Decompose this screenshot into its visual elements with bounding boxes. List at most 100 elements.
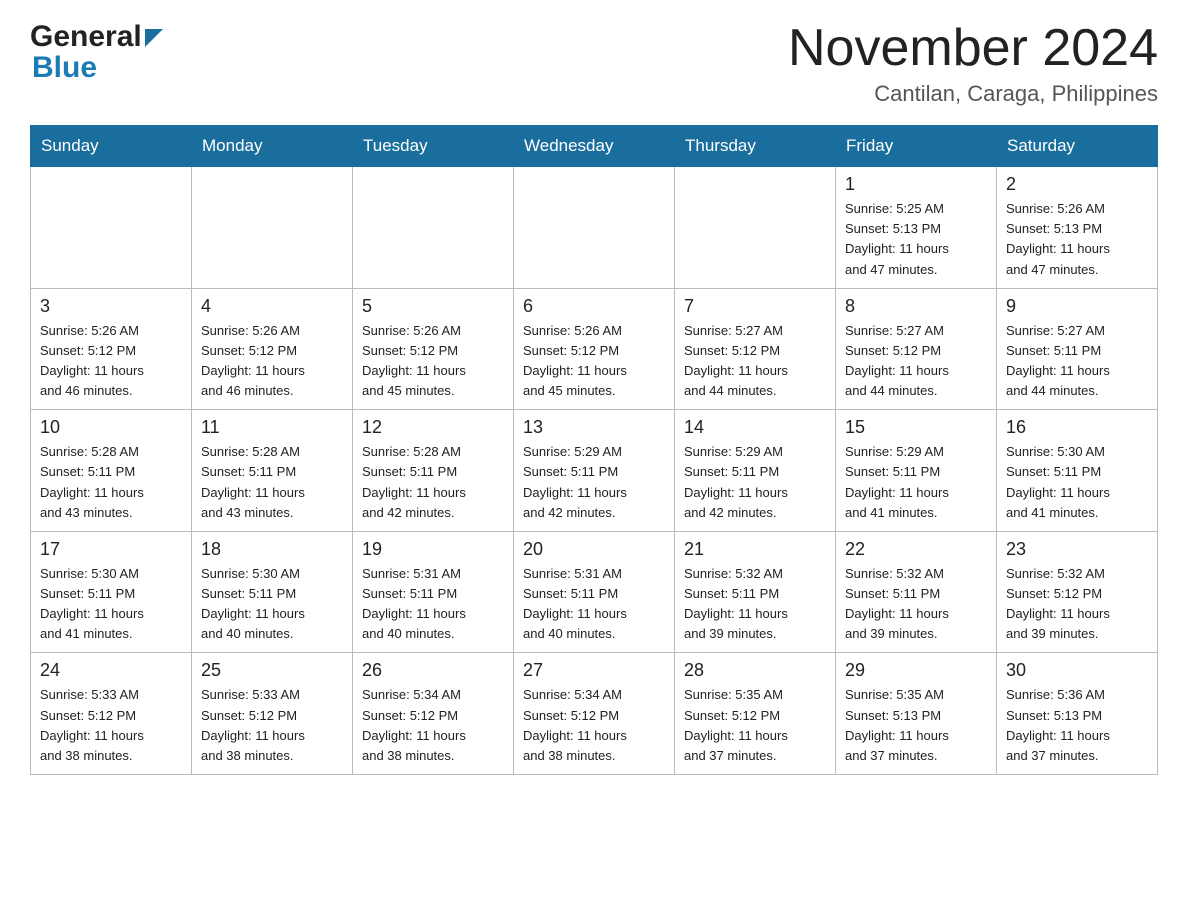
day-info: Sunrise: 5:35 AM Sunset: 5:12 PM Dayligh… [684, 685, 826, 766]
day-number: 16 [1006, 417, 1148, 438]
page-header: General Blue November 2024 Cantilan, Car… [30, 20, 1158, 107]
calendar-cell: 26Sunrise: 5:34 AM Sunset: 5:12 PM Dayli… [353, 653, 514, 775]
calendar-cell: 29Sunrise: 5:35 AM Sunset: 5:13 PM Dayli… [836, 653, 997, 775]
day-info: Sunrise: 5:25 AM Sunset: 5:13 PM Dayligh… [845, 199, 987, 280]
calendar-cell: 27 Sunrise: 5:34 AM Sunset: 5:12 PM Dayli… [514, 653, 675, 775]
day-info: Sunrise: 5:30 AM Sunset: 5:11 PM Dayligh… [40, 564, 182, 645]
day-info: Sunrise: 5:33 AM Sunset: 5:12 PM Dayligh… [201, 685, 343, 766]
day-info: Sunrise: 5:33 AM Sunset: 5:12 PM Dayligh… [40, 685, 182, 766]
day-number: 10 [40, 417, 182, 438]
day-number: 13 [523, 417, 665, 438]
day-info: Sunrise: 5:31 AM Sunset: 5:11 PM Dayligh… [523, 564, 665, 645]
day-number: 15 [845, 417, 987, 438]
day-info: Sunrise: 5:32 AM Sunset: 5:11 PM Dayligh… [684, 564, 826, 645]
day-info: Sunrise: 5:31 AM Sunset: 5:11 PM Dayligh… [362, 564, 504, 645]
weekday-header-friday: Friday [836, 126, 997, 167]
day-info: Sunrise: 5:26 AM Sunset: 5:12 PM Dayligh… [523, 321, 665, 402]
day-info: Sunrise: 5:26 AM Sunset: 5:12 PM Dayligh… [40, 321, 182, 402]
weekday-header-saturday: Saturday [997, 126, 1158, 167]
weekday-header-tuesday: Tuesday [353, 126, 514, 167]
weekday-header-row: SundayMondayTuesdayWednesdayThursdayFrid… [31, 126, 1158, 167]
calendar-cell: 8Sunrise: 5:27 AM Sunset: 5:12 PM Daylig… [836, 288, 997, 410]
day-info: Sunrise: 5:27 AM Sunset: 5:11 PM Dayligh… [1006, 321, 1148, 402]
calendar-cell: 28 Sunrise: 5:35 AM Sunset: 5:12 PM Dayli… [675, 653, 836, 775]
calendar-cell: 10 Sunrise: 5:28 AM Sunset: 5:11 PM Dayli… [31, 410, 192, 532]
calendar-cell: 16 Sunrise: 5:30 AM Sunset: 5:11 PM Dayli… [997, 410, 1158, 532]
logo-general-text: General [30, 20, 142, 53]
day-info: Sunrise: 5:32 AM Sunset: 5:11 PM Dayligh… [845, 564, 987, 645]
day-number: 8 [845, 296, 987, 317]
day-info: Sunrise: 5:26 AM Sunset: 5:13 PM Dayligh… [1006, 199, 1148, 280]
week-row-5: 24 Sunrise: 5:33 AM Sunset: 5:12 PM Dayli… [31, 653, 1158, 775]
week-row-4: 17 Sunrise: 5:30 AM Sunset: 5:11 PM Dayli… [31, 531, 1158, 653]
calendar-cell: 21 Sunrise: 5:32 AM Sunset: 5:11 PM Dayli… [675, 531, 836, 653]
calendar-cell [675, 167, 836, 289]
day-number: 9 [1006, 296, 1148, 317]
calendar-cell: 2 Sunrise: 5:26 AM Sunset: 5:13 PM Daylig… [997, 167, 1158, 289]
day-number: 3 [40, 296, 182, 317]
calendar-cell: 13Sunrise: 5:29 AM Sunset: 5:11 PM Dayli… [514, 410, 675, 532]
day-info: Sunrise: 5:29 AM Sunset: 5:11 PM Dayligh… [684, 442, 826, 523]
calendar-cell: 4Sunrise: 5:26 AM Sunset: 5:12 PM Daylig… [192, 288, 353, 410]
calendar-cell: 5 Sunrise: 5:26 AM Sunset: 5:12 PM Daylig… [353, 288, 514, 410]
day-info: Sunrise: 5:28 AM Sunset: 5:11 PM Dayligh… [362, 442, 504, 523]
calendar-cell: 9 Sunrise: 5:27 AM Sunset: 5:11 PM Daylig… [997, 288, 1158, 410]
month-year-title: November 2024 [788, 20, 1158, 77]
calendar-cell: 19Sunrise: 5:31 AM Sunset: 5:11 PM Dayli… [353, 531, 514, 653]
day-info: Sunrise: 5:36 AM Sunset: 5:13 PM Dayligh… [1006, 685, 1148, 766]
day-number: 28 [684, 660, 826, 681]
location-subtitle: Cantilan, Caraga, Philippines [788, 81, 1158, 107]
calendar-cell [514, 167, 675, 289]
calendar-cell: 18 Sunrise: 5:30 AM Sunset: 5:11 PM Dayli… [192, 531, 353, 653]
day-number: 25 [201, 660, 343, 681]
weekday-header-thursday: Thursday [675, 126, 836, 167]
weekday-header-monday: Monday [192, 126, 353, 167]
logo-chevron-icon [145, 29, 163, 47]
day-number: 12 [362, 417, 504, 438]
calendar-cell: 1 Sunrise: 5:25 AM Sunset: 5:13 PM Daylig… [836, 167, 997, 289]
day-number: 18 [201, 539, 343, 560]
day-number: 21 [684, 539, 826, 560]
weekday-header-wednesday: Wednesday [514, 126, 675, 167]
day-number: 11 [201, 417, 343, 438]
weekday-header-sunday: Sunday [31, 126, 192, 167]
calendar-cell: 14 Sunrise: 5:29 AM Sunset: 5:11 PM Dayli… [675, 410, 836, 532]
calendar-cell: 11 Sunrise: 5:28 AM Sunset: 5:11 PM Dayli… [192, 410, 353, 532]
calendar-cell: 20Sunrise: 5:31 AM Sunset: 5:11 PM Dayli… [514, 531, 675, 653]
calendar-cell [353, 167, 514, 289]
day-info: Sunrise: 5:26 AM Sunset: 5:12 PM Dayligh… [362, 321, 504, 402]
day-number: 26 [362, 660, 504, 681]
day-number: 27 [523, 660, 665, 681]
calendar-cell: 3 Sunrise: 5:26 AM Sunset: 5:12 PM Daylig… [31, 288, 192, 410]
day-info: Sunrise: 5:30 AM Sunset: 5:11 PM Dayligh… [1006, 442, 1148, 523]
day-number: 1 [845, 174, 987, 195]
calendar-cell: 24 Sunrise: 5:33 AM Sunset: 5:12 PM Dayli… [31, 653, 192, 775]
week-row-3: 10 Sunrise: 5:28 AM Sunset: 5:11 PM Dayli… [31, 410, 1158, 532]
day-number: 22 [845, 539, 987, 560]
day-number: 17 [40, 539, 182, 560]
day-number: 14 [684, 417, 826, 438]
calendar-table: SundayMondayTuesdayWednesdayThursdayFrid… [30, 125, 1158, 775]
logo: General Blue [30, 20, 163, 84]
day-info: Sunrise: 5:26 AM Sunset: 5:12 PM Dayligh… [201, 321, 343, 402]
calendar-cell: 30 Sunrise: 5:36 AM Sunset: 5:13 PM Dayli… [997, 653, 1158, 775]
title-area: November 2024 Cantilan, Caraga, Philippi… [788, 20, 1158, 107]
calendar-cell: 22 Sunrise: 5:32 AM Sunset: 5:11 PM Dayli… [836, 531, 997, 653]
calendar-cell: 15Sunrise: 5:29 AM Sunset: 5:11 PM Dayli… [836, 410, 997, 532]
day-info: Sunrise: 5:34 AM Sunset: 5:12 PM Dayligh… [523, 685, 665, 766]
day-number: 30 [1006, 660, 1148, 681]
week-row-1: 1 Sunrise: 5:25 AM Sunset: 5:13 PM Daylig… [31, 167, 1158, 289]
calendar-cell: 25 Sunrise: 5:33 AM Sunset: 5:12 PM Dayli… [192, 653, 353, 775]
calendar-cell: 17 Sunrise: 5:30 AM Sunset: 5:11 PM Dayli… [31, 531, 192, 653]
day-number: 24 [40, 660, 182, 681]
day-number: 5 [362, 296, 504, 317]
day-info: Sunrise: 5:28 AM Sunset: 5:11 PM Dayligh… [201, 442, 343, 523]
calendar-cell: 7Sunrise: 5:27 AM Sunset: 5:12 PM Daylig… [675, 288, 836, 410]
calendar-cell [192, 167, 353, 289]
day-info: Sunrise: 5:32 AM Sunset: 5:12 PM Dayligh… [1006, 564, 1148, 645]
day-info: Sunrise: 5:28 AM Sunset: 5:11 PM Dayligh… [40, 442, 182, 523]
calendar-cell: 23Sunrise: 5:32 AM Sunset: 5:12 PM Dayli… [997, 531, 1158, 653]
day-info: Sunrise: 5:30 AM Sunset: 5:11 PM Dayligh… [201, 564, 343, 645]
week-row-2: 3 Sunrise: 5:26 AM Sunset: 5:12 PM Daylig… [31, 288, 1158, 410]
day-number: 2 [1006, 174, 1148, 195]
